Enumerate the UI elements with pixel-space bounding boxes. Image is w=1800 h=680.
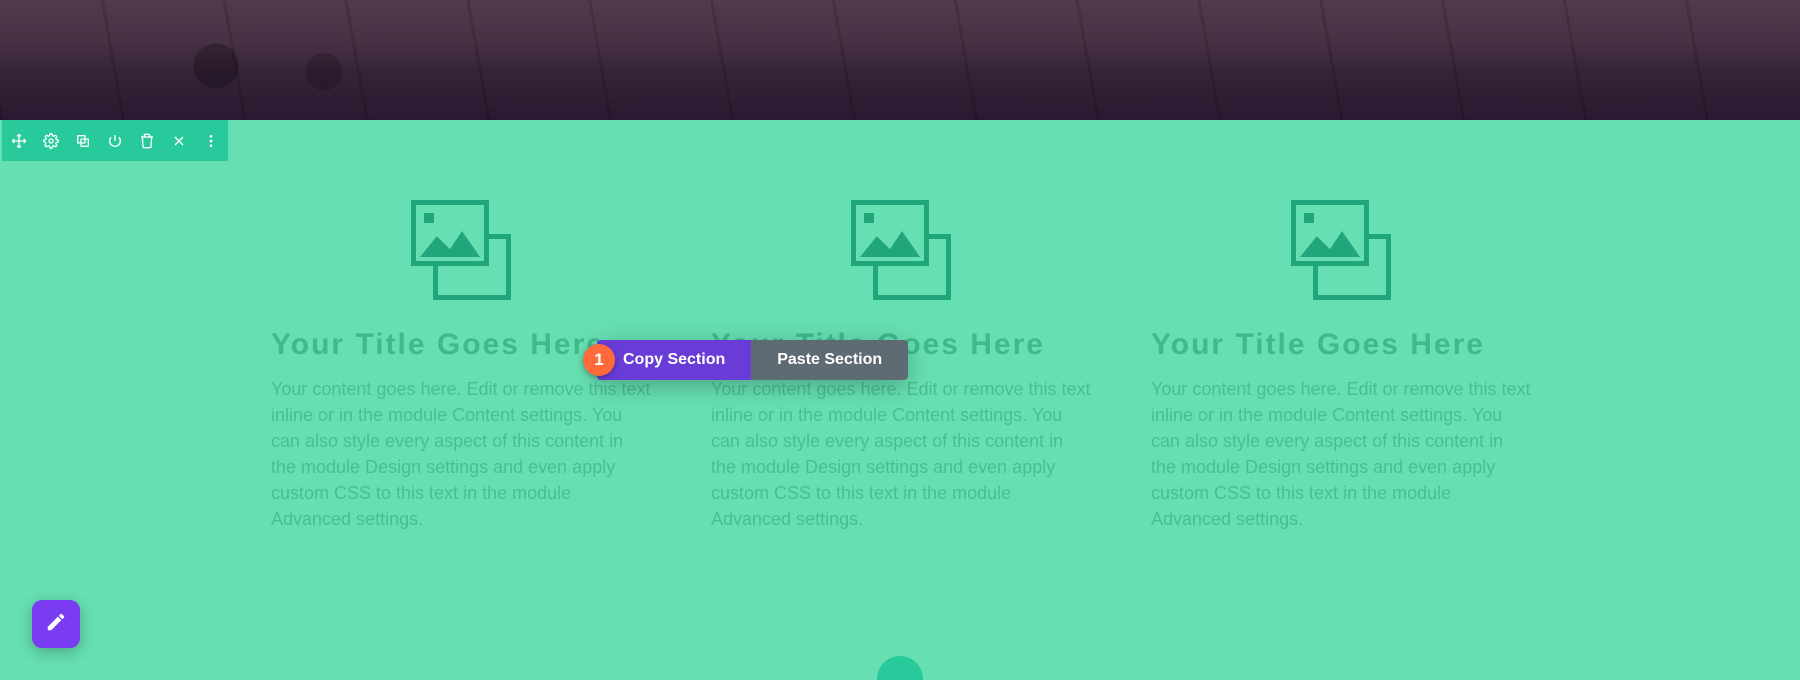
blurb-body: Your content goes here. Edit or remove t… xyxy=(711,376,1091,533)
blurb-module[interactable]: Your Title Goes Here Your content goes h… xyxy=(1151,200,1531,533)
close-icon[interactable] xyxy=(170,132,188,150)
paste-section-button[interactable]: Paste Section xyxy=(751,340,908,380)
duplicate-icon[interactable] xyxy=(74,132,92,150)
image-placeholder-icon xyxy=(851,200,951,300)
section-toolbar xyxy=(2,120,228,161)
image-placeholder-icon xyxy=(411,200,511,300)
blurb-body: Your content goes here. Edit or remove t… xyxy=(1151,376,1531,533)
power-icon[interactable] xyxy=(106,132,124,150)
move-icon[interactable] xyxy=(10,132,28,150)
more-icon[interactable] xyxy=(202,132,220,150)
context-menu: 1 Copy Section Paste Section xyxy=(597,340,908,380)
add-section-button[interactable] xyxy=(877,656,923,680)
image-placeholder-icon xyxy=(1291,200,1391,300)
section[interactable]: Your Title Goes Here Your content goes h… xyxy=(0,120,1800,680)
blurb-body: Your content goes here. Edit or remove t… xyxy=(271,376,651,533)
hero-image xyxy=(0,0,1800,120)
step-badge: 1 xyxy=(583,344,615,376)
gear-icon[interactable] xyxy=(42,132,60,150)
trash-icon[interactable] xyxy=(138,132,156,150)
pencil-icon xyxy=(45,611,67,638)
blurb-title: Your Title Goes Here xyxy=(1151,328,1531,362)
notes-fab[interactable] xyxy=(32,600,80,648)
copy-section-button[interactable]: Copy Section xyxy=(597,340,751,380)
